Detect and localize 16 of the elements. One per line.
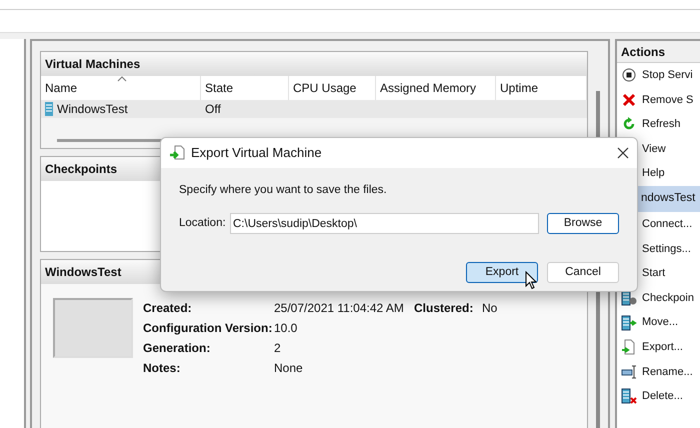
dialog-message: Specify where you want to save the files. (179, 183, 388, 198)
vm-name: WindowsTest (57, 101, 128, 118)
actions-title: Actions (617, 41, 700, 63)
field-label: Notes: (143, 360, 182, 377)
field-value: None (274, 360, 304, 377)
field-label: Created: (143, 300, 193, 317)
field-value: No (482, 300, 498, 317)
vm-state: Off (204, 101, 222, 118)
field-value: 10.0 (274, 320, 298, 337)
panel-title: Virtual Machines (41, 52, 587, 76)
location-label: Location: (179, 216, 224, 232)
field-label: Clustered: (414, 300, 474, 317)
field-value: 25/07/2021 11:04:42 AM (274, 300, 405, 317)
field-value: 2 (274, 340, 282, 357)
field-label: Generation: (143, 340, 212, 357)
field-label: Configuration Version: (143, 320, 274, 337)
